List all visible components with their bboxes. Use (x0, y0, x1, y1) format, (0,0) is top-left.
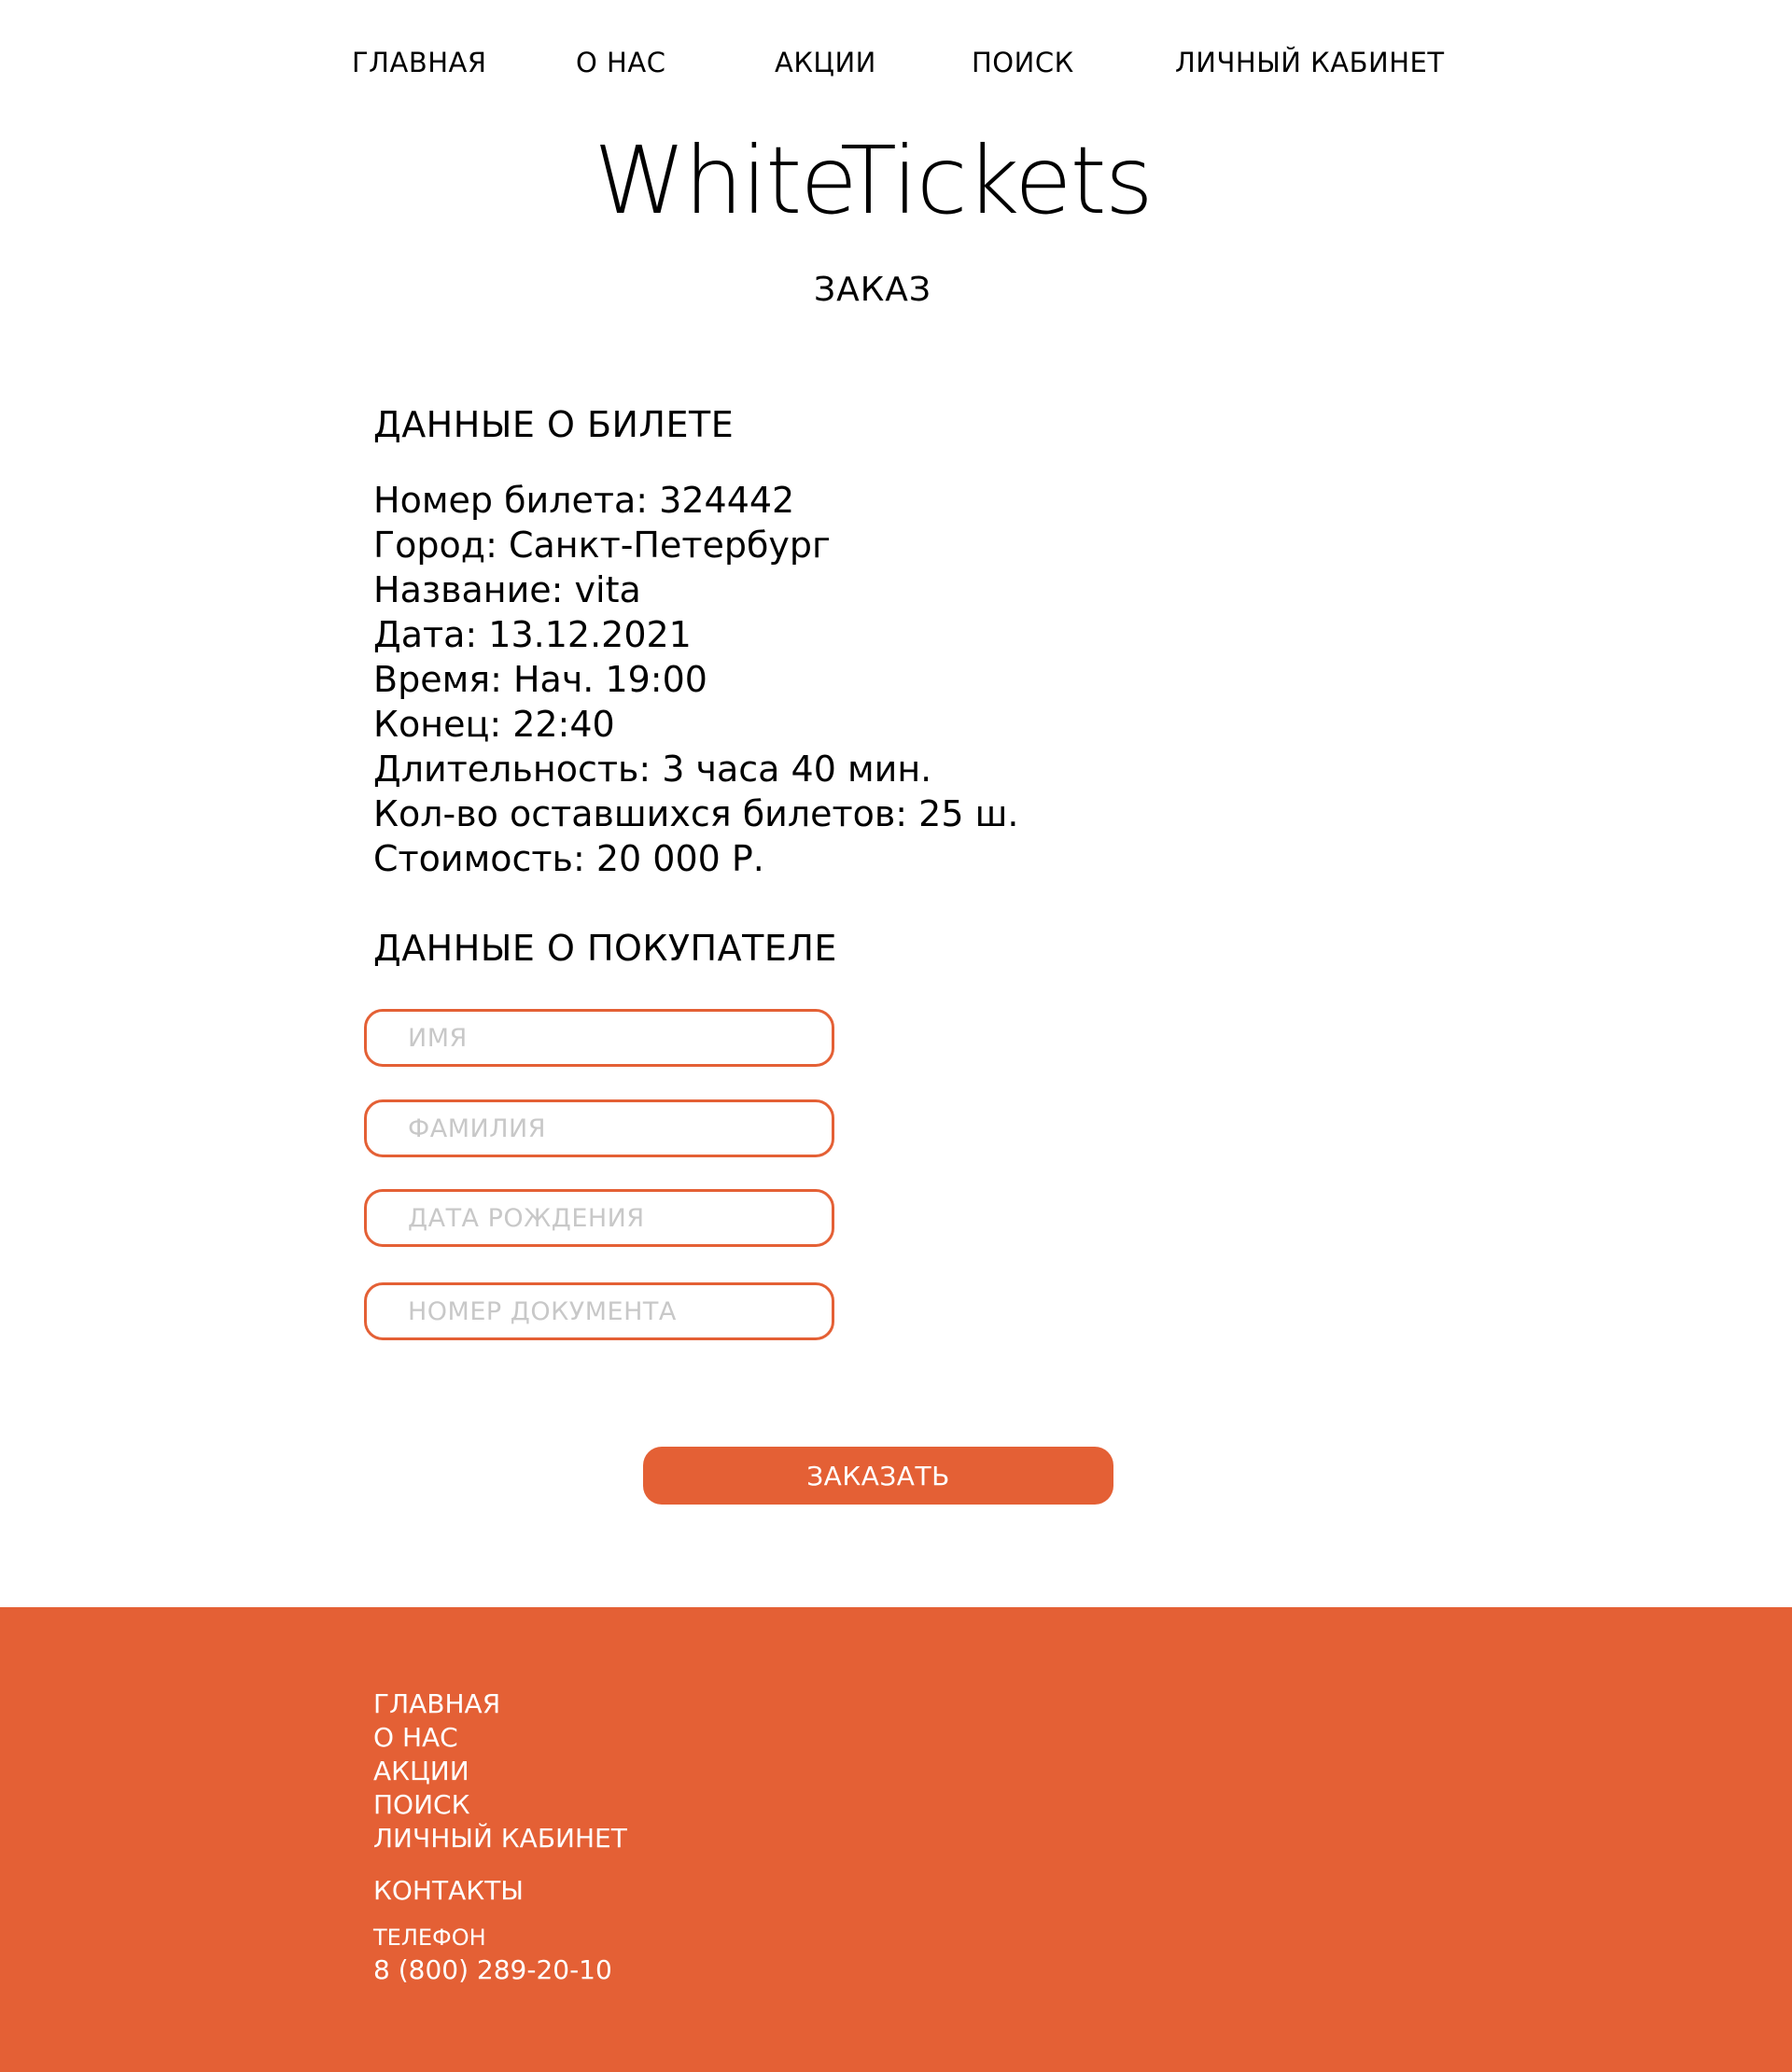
footer-contacts-heading: КОНТАКТЫ (373, 1875, 524, 1906)
footer-link-account[interactable]: ЛИЧНЫЙ КАБИНЕТ (373, 1822, 627, 1855)
buyer-section-heading: ДАННЫЕ О ПОКУПАТЕЛЕ (373, 928, 837, 969)
ticket-duration: Длительность: 3 часа 40 мин. (373, 749, 932, 790)
ticket-price: Стоимость: 20 000 Р. (373, 838, 764, 879)
footer-link-promotions[interactable]: АКЦИИ (373, 1755, 627, 1788)
footer-link-about[interactable]: О НАС (373, 1721, 627, 1755)
ticket-details-list: Номер билета: 324442 Город: Санкт-Петерб… (373, 478, 1018, 881)
ticket-city: Город: Санкт-Петербург (373, 525, 832, 566)
order-button[interactable]: ЗАКАЗАТЬ (643, 1447, 1113, 1505)
footer-link-search[interactable]: ПОИСК (373, 1788, 627, 1822)
nav-link-search[interactable]: ПОИСК (972, 47, 1074, 78)
footer: ГЛАВНАЯ О НАС АКЦИИ ПОИСК ЛИЧНЫЙ КАБИНЕТ… (0, 1607, 1792, 2072)
footer-link-home[interactable]: ГЛАВНАЯ (373, 1687, 627, 1721)
page-title: ЗАКАЗ (814, 271, 931, 309)
nav-link-promotions[interactable]: АКЦИИ (775, 47, 876, 78)
ticket-number: Номер билета: 324442 (373, 480, 795, 521)
nav-link-account[interactable]: ЛИЧНЫЙ КАБИНЕТ (1175, 47, 1445, 78)
ticket-start-time: Время: Нач. 19:00 (373, 659, 707, 700)
ticket-date: Дата: 13.12.2021 (373, 614, 692, 655)
nav-link-home[interactable]: ГЛАВНАЯ (352, 47, 487, 78)
footer-navigation: ГЛАВНАЯ О НАС АКЦИИ ПОИСК ЛИЧНЫЙ КАБИНЕТ (373, 1687, 627, 1855)
birth-date-field[interactable] (364, 1189, 834, 1247)
first-name-field[interactable] (364, 1009, 834, 1067)
ticket-section-heading: ДАННЫЕ О БИЛЕТЕ (373, 404, 735, 445)
footer-phone-number[interactable]: 8 (800) 289-20-10 (373, 1954, 612, 1985)
nav-link-about[interactable]: О НАС (576, 47, 665, 78)
ticket-remaining-count: Кол-во оставшихся билетов: 25 ш. (373, 793, 1019, 834)
last-name-field[interactable] (364, 1099, 834, 1157)
ticket-event-name: Название: vita (373, 569, 641, 610)
ticket-end-time: Конец: 22:40 (373, 704, 615, 745)
footer-phone-label: ТЕЛЕФОН (373, 1925, 486, 1951)
top-navigation: ГЛАВНАЯ О НАС АКЦИИ ПОИСК ЛИЧНЫЙ КАБИНЕТ (0, 47, 1792, 93)
site-logo: WhiteTickets (594, 126, 1154, 235)
document-number-field[interactable] (364, 1282, 834, 1340)
